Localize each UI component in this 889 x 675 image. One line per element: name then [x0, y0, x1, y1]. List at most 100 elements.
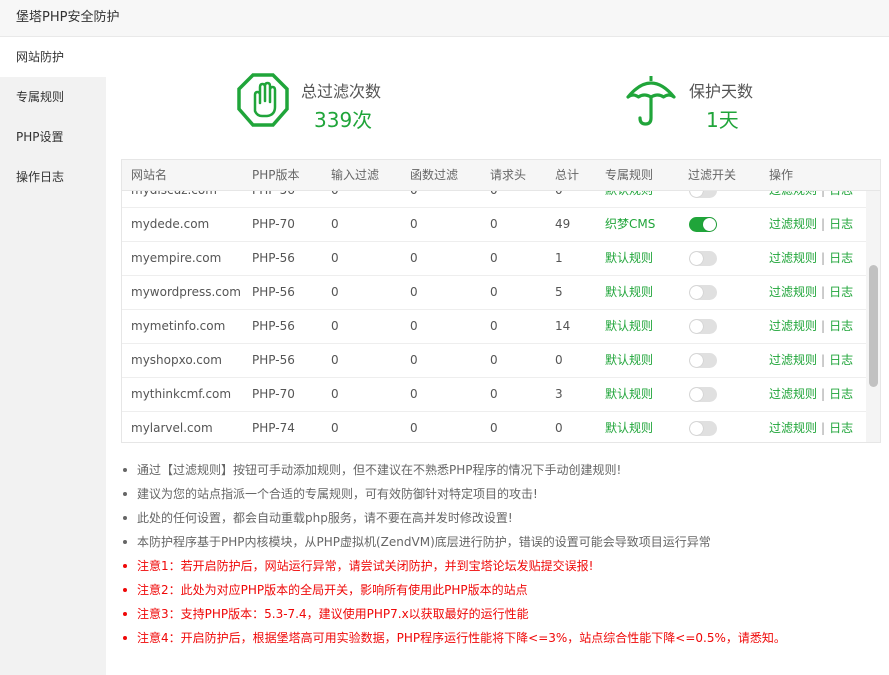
- sidebar-item-php-settings[interactable]: PHP设置: [0, 117, 106, 157]
- filter-rules-link[interactable]: 过滤规则: [769, 421, 817, 435]
- umbrella-icon: [626, 76, 676, 126]
- sidebar: 网站防护 专属规则 PHP设置 操作日志: [0, 37, 106, 675]
- action-separator: |: [821, 353, 826, 367]
- log-link[interactable]: 日志: [829, 217, 853, 231]
- filter-rules-link[interactable]: 过滤规则: [769, 251, 817, 265]
- info-note: 通过【过滤规则】按钮可手动添加规则，但不建议在不熟悉PHP程序的情况下手动创建规…: [121, 461, 881, 485]
- bullet-icon: [123, 516, 127, 520]
- info-note: 本防护程序基于PHP内核模块，从PHP虚拟机(ZendVM)底层进行防护，错误的…: [121, 533, 881, 557]
- warning-note: 注意4：开启防护后，根据堡塔高可用实验数据，PHP程序运行性能将下降<=3%，站…: [121, 629, 881, 653]
- cell-function-filter: 0: [410, 387, 418, 401]
- row-actions: 过滤规则 |日志: [769, 378, 853, 411]
- action-separator: |: [821, 251, 826, 265]
- filter-switch-toggle[interactable]: [689, 421, 717, 436]
- row-actions: 过滤规则 |日志: [769, 242, 853, 275]
- bullet-icon: [123, 492, 127, 496]
- toggle-knob: [690, 354, 703, 367]
- filter-rules-link[interactable]: 过滤规则: [769, 387, 817, 401]
- toggle-knob: [690, 320, 703, 333]
- filter-rules-link[interactable]: 过滤规则: [769, 353, 817, 367]
- bullet-icon: [123, 564, 127, 568]
- cell-request-header: 0: [490, 319, 498, 333]
- cell-exclusive-rule[interactable]: 默认规则: [605, 412, 653, 442]
- filter-rules-link[interactable]: 过滤规则: [769, 191, 817, 197]
- table-row: myempire.com PHP-56 0 0 0 1 默认规则 过滤规则 | 日志: [122, 242, 868, 276]
- cell-input-filter: 0: [331, 191, 339, 207]
- cell-exclusive-rule[interactable]: 默认规则: [605, 191, 653, 207]
- table-row: myshopxo.com PHP-56 0 0 0 0 默认规则 过滤规则 | 日志: [122, 344, 868, 378]
- col-input-filter: 输入过滤: [331, 168, 380, 182]
- table-scrollbar[interactable]: [866, 191, 880, 442]
- cell-input-filter: 0: [331, 319, 339, 333]
- app-body: 网站防护 专属规则 PHP设置 操作日志 总过滤次数 339次 保护天数 1天: [0, 37, 889, 675]
- log-link[interactable]: 日志: [829, 387, 853, 401]
- col-filter-switch: 过滤开关: [688, 168, 737, 182]
- table-row: mymetinfo.com PHP-56 0 0 0 14 默认规则 过滤规则 | 日志: [122, 310, 868, 344]
- note-text: 建议为您的站点指派一个合适的专属规则，可有效防御针对特定项目的攻击!: [137, 487, 538, 501]
- warning-note: 注意1：若开启防护后，网站运行异常，请尝试关闭防护，并到宝塔论坛发贴提交误报!: [121, 557, 881, 581]
- filter-switch-toggle[interactable]: [689, 217, 717, 232]
- cell-request-header: 0: [490, 217, 498, 231]
- action-separator: |: [821, 319, 826, 333]
- cell-input-filter: 0: [331, 285, 339, 299]
- bullet-icon: [123, 588, 127, 592]
- row-actions: 过滤规则|日志: [769, 276, 853, 309]
- action-separator: |: [821, 387, 826, 401]
- sidebar-item-site-protection[interactable]: 网站防护: [0, 37, 106, 77]
- stat-filters-value: 339次: [314, 108, 373, 132]
- filter-rules-link[interactable]: 过滤规则: [769, 285, 817, 299]
- cell-php-version: PHP-74: [252, 421, 295, 435]
- warning-note: 注意3：支持PHP版本：5.3-7.4，建议使用PHP7.x以获取最好的运行性能: [121, 605, 881, 629]
- cell-function-filter: 0: [410, 319, 418, 333]
- table-body: mydiscuz.comPHP-560000默认规则过滤规则|日志mydede.…: [122, 191, 868, 442]
- cell-input-filter: 0: [331, 353, 339, 367]
- cell-exclusive-rule[interactable]: 默认规则: [605, 344, 653, 377]
- cell-exclusive-rule[interactable]: 默认规则: [605, 242, 653, 275]
- col-total: 总计: [555, 168, 580, 182]
- log-link[interactable]: 日志: [829, 421, 853, 435]
- cell-site: myshopxo.com: [131, 353, 222, 367]
- filter-switch-toggle[interactable]: [689, 387, 717, 402]
- log-link[interactable]: 日志: [829, 191, 853, 197]
- cell-exclusive-rule[interactable]: 默认规则: [605, 310, 653, 343]
- row-actions: 过滤规则 |日志: [769, 344, 853, 377]
- log-link[interactable]: 日志: [829, 353, 853, 367]
- toggle-knob: [703, 218, 716, 231]
- filter-rules-link[interactable]: 过滤规则: [769, 319, 817, 333]
- cell-php-version: PHP-70: [252, 217, 295, 231]
- filter-switch-toggle[interactable]: [689, 285, 717, 300]
- cell-function-filter: 0: [410, 217, 418, 231]
- cell-function-filter: 0: [410, 285, 418, 299]
- filter-switch-toggle[interactable]: [689, 191, 717, 198]
- note-text: 通过【过滤规则】按钮可手动添加规则，但不建议在不熟悉PHP程序的情况下手动创建规…: [137, 463, 622, 477]
- cell-request-header: 0: [490, 191, 498, 207]
- cell-exclusive-rule[interactable]: 默认规则: [605, 378, 653, 411]
- cell-php-version: PHP-56: [252, 285, 295, 299]
- cell-total: 14: [555, 319, 571, 333]
- cell-php-version: PHP-56: [252, 191, 295, 207]
- cell-total: 1: [555, 251, 563, 265]
- cell-site: mythinkcmf.com: [131, 387, 232, 401]
- action-separator: |: [821, 421, 826, 435]
- sidebar-item-exclusive-rules[interactable]: 专属规则: [0, 77, 106, 117]
- cell-php-version: PHP-70: [252, 387, 295, 401]
- sidebar-item-operation-log[interactable]: 操作日志: [0, 157, 106, 197]
- cell-site: mymetinfo.com: [131, 319, 226, 333]
- table-row: mydiscuz.com PHP-56 0 0 0 0 默认规则 过滤规则 | 日志: [122, 191, 868, 208]
- log-link[interactable]: 日志: [829, 285, 853, 299]
- cell-exclusive-rule[interactable]: 织梦CMS: [605, 208, 655, 241]
- row-actions: 过滤规则|日志: [769, 191, 853, 207]
- filter-switch-toggle[interactable]: [689, 251, 717, 266]
- cell-exclusive-rule[interactable]: 默认规则: [605, 276, 653, 309]
- cell-input-filter: 0: [331, 387, 339, 401]
- note-text: 注意2：此处为对应PHP版本的全局开关，影响所有使用此PHP版本的站点: [137, 583, 528, 597]
- toggle-knob: [690, 191, 703, 197]
- log-link[interactable]: 日志: [829, 251, 853, 265]
- filter-switch-toggle[interactable]: [689, 319, 717, 334]
- filter-rules-link[interactable]: 过滤规则: [769, 217, 817, 231]
- log-link[interactable]: 日志: [829, 319, 853, 333]
- col-php-version: PHP版本: [252, 168, 300, 182]
- filter-switch-toggle[interactable]: [689, 353, 717, 368]
- cell-php-version: PHP-56: [252, 353, 295, 367]
- scrollbar-thumb[interactable]: [869, 265, 878, 387]
